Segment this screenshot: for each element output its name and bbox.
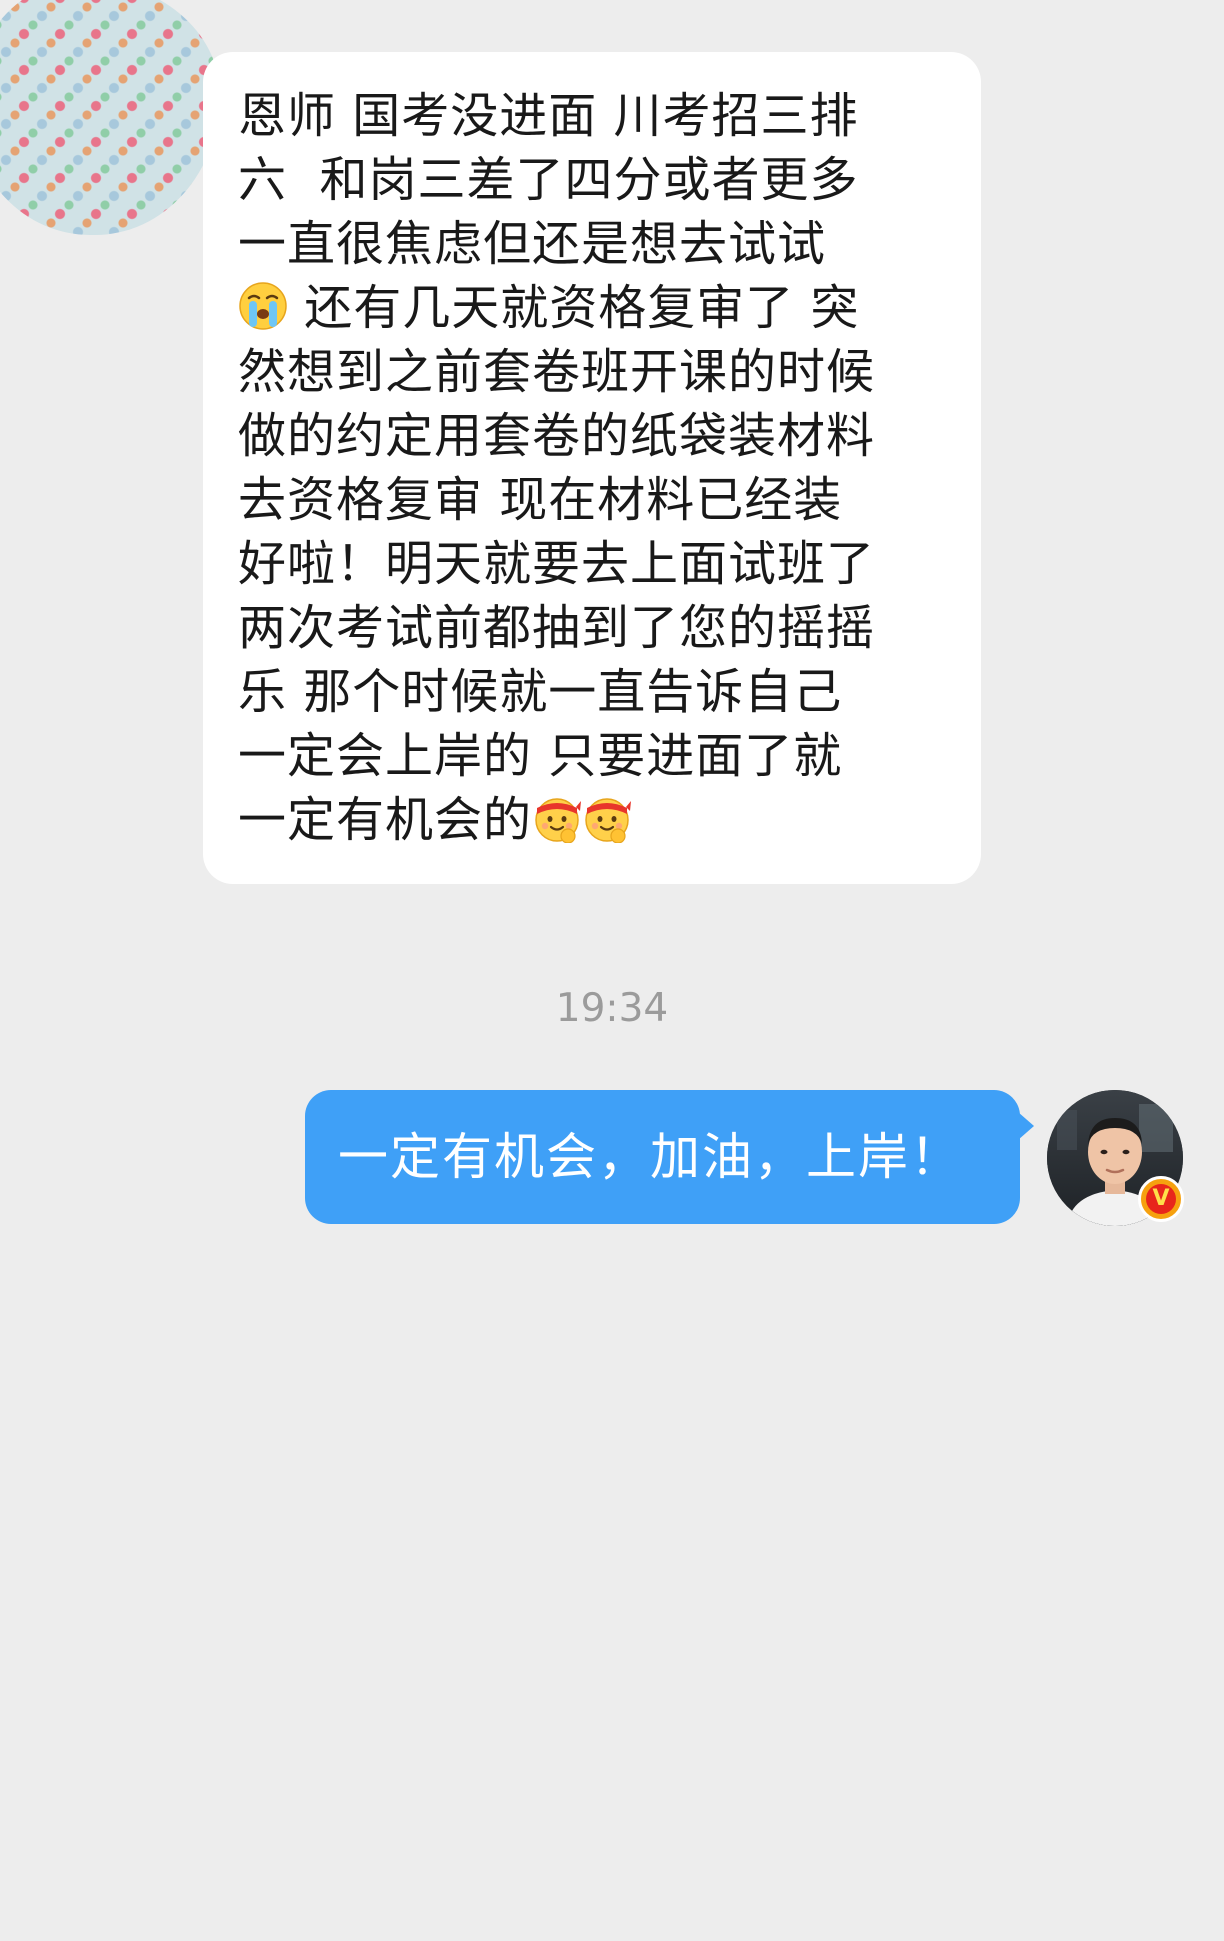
message-line: 一定有机会的 bbox=[238, 792, 533, 848]
message-line: 恩师 国考没进面 川考招三排 bbox=[238, 88, 859, 144]
crying-emoji-icon bbox=[238, 281, 288, 331]
message-line: 去资格复审 现在材料已经装 bbox=[238, 472, 843, 528]
incoming-message-bubble[interactable]: 恩师 国考没进面 川考招三排 六 和岗三差了四分或者更多 一直很焦虑但还是想去试… bbox=[203, 52, 981, 884]
verified-badge-label: V bbox=[1146, 1184, 1176, 1214]
message-timestamp: 19:34 bbox=[555, 986, 669, 1031]
my-avatar[interactable]: V bbox=[1047, 1090, 1184, 1226]
outgoing-message-text: 一定有机会，加油，上岸！ bbox=[338, 1128, 962, 1186]
message-line: 做的约定用套卷的纸袋装材料 bbox=[238, 408, 876, 464]
sender-avatar[interactable] bbox=[0, 0, 220, 235]
message-line: 一定会上岸的 只要进面了就 bbox=[238, 728, 843, 784]
message-line: 还有几天就资格复审了 突 bbox=[288, 280, 860, 336]
fighting-emoji-icon bbox=[532, 793, 582, 843]
message-line: 然想到之前套卷班开课的时候 bbox=[238, 344, 876, 400]
outgoing-message-bubble[interactable]: 一定有机会，加油，上岸！ bbox=[305, 1090, 1034, 1224]
message-line: 好啦！明天就要去上面试班了 bbox=[238, 536, 876, 592]
verified-badge-icon: V bbox=[1138, 1176, 1184, 1222]
message-line: 乐 那个时候就一直告诉自己 bbox=[238, 664, 843, 720]
message-line: 两次考试前都抽到了您的摇摇 bbox=[238, 600, 876, 656]
fighting-emoji-icon bbox=[582, 793, 632, 843]
message-line: 六 和岗三差了四分或者更多 bbox=[238, 152, 859, 208]
incoming-message-text: 恩师 国考没进面 川考招三排 六 和岗三差了四分或者更多 一直很焦虑但还是想去试… bbox=[238, 84, 961, 852]
message-line: 一直很焦虑但还是想去试试 bbox=[238, 216, 827, 272]
